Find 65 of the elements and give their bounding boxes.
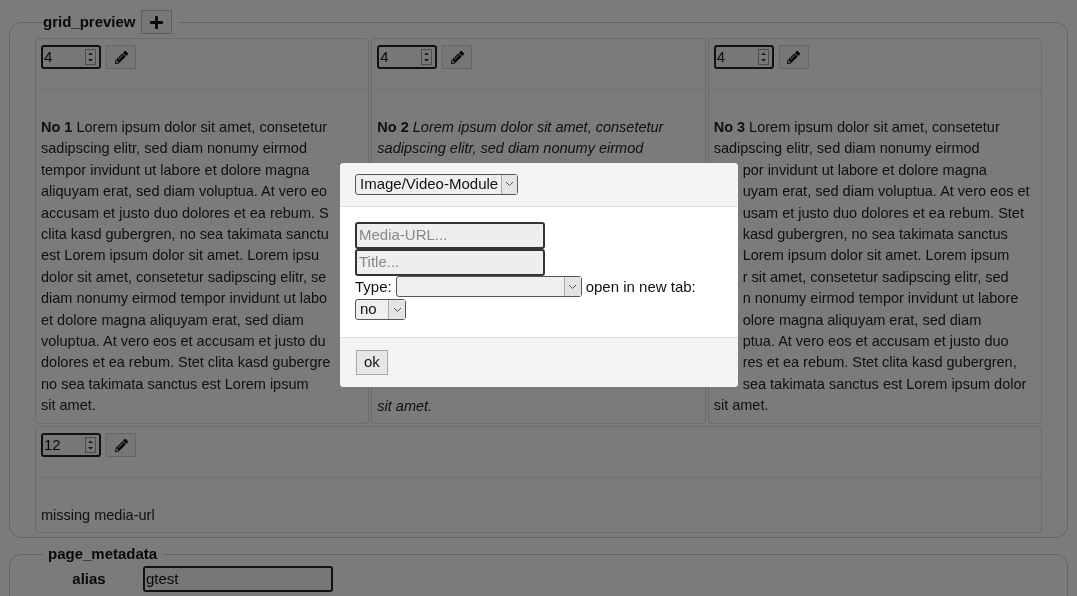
text-line: Lorem ipsum dolor sit amet. Lorem ipsum bbox=[742, 247, 1010, 264]
text-line: uyam erat, sed diam voluptua. At vero eos et bbox=[742, 183, 1030, 200]
text-line: sit amet. bbox=[377, 397, 433, 414]
text-line: sadipscing elitr, sed diam nonumy eirmod bbox=[41, 140, 307, 157]
text-line: olore magna aliquyam erat, sed diam bbox=[742, 311, 982, 328]
text-line: missing media-url bbox=[41, 507, 155, 523]
number-field[interactable]: 12 bbox=[41, 433, 101, 457]
text-line: r sit amet, consetetur sadipscing elitr, sed bbox=[742, 268, 1009, 285]
spinner-icon bbox=[757, 49, 769, 65]
section-title: grid_preview bbox=[43, 11, 136, 32]
text-line: clita kasd gubergren, no sea takimata sanctu bbox=[41, 226, 329, 243]
alias-field[interactable]: gtest bbox=[143, 566, 333, 593]
text-line: dolores et ea rebum. Stet clita kasd gubergre bbox=[41, 354, 331, 371]
edit-button[interactable] bbox=[442, 45, 473, 69]
number-field[interactable]: 4 bbox=[377, 45, 438, 69]
field-label: alias bbox=[71, 569, 107, 590]
spinner-icon bbox=[85, 49, 96, 65]
new-tab-select[interactable]: no bbox=[355, 299, 406, 320]
text-line: voluptua. At vero eos et accusam et justo du bbox=[41, 333, 326, 350]
text-line: res et ea rebum. Stet clita kasd gubergren, bbox=[742, 354, 1017, 371]
text-line: usam et justo duo dolores et ea rebum. Stet bbox=[742, 204, 1024, 221]
text-line: sit amet. bbox=[41, 397, 96, 414]
text-line: No 2 Lorem ipsum dolor sit amet, consetetur bbox=[377, 119, 664, 135]
text-line: accusam et justo duo dolores et ea rebum. S bbox=[41, 204, 329, 221]
edit-button[interactable] bbox=[106, 45, 136, 69]
text-line: aliquyam erat, sed diam voluptua. At vero eo bbox=[41, 183, 328, 200]
pencil-icon bbox=[787, 50, 801, 64]
text-line: dolor sit amet, consetetur sadipscing elitr, se bbox=[41, 268, 327, 285]
text-line: kasd gubergren, no sea takimata sanctus bbox=[742, 226, 1008, 243]
text-line: sea takimata sanctus est Lorem ipsum dolor bbox=[742, 375, 1027, 392]
spinner-icon bbox=[421, 49, 433, 65]
chevron-down-icon bbox=[392, 306, 402, 313]
text-line: sit amet. bbox=[713, 397, 769, 414]
text-line: no sea takimata sanctus est Lorem ipsum bbox=[41, 375, 309, 392]
section-title: page_metadata bbox=[48, 545, 158, 563]
media-url-field[interactable]: Media-URL... bbox=[355, 221, 545, 249]
text-line: No 1 Lorem ipsum dolor sit amet, consetetur bbox=[41, 119, 328, 135]
pencil-icon bbox=[450, 50, 464, 64]
text-line: No 3 Lorem ipsum dolor sit amet, consetetur bbox=[713, 119, 1000, 135]
type-label: Type: bbox=[355, 276, 392, 297]
spinner-icon bbox=[85, 437, 96, 453]
title-field[interactable]: Title... bbox=[355, 248, 545, 276]
pencil-icon bbox=[114, 438, 128, 452]
edit-button[interactable] bbox=[778, 45, 809, 69]
text-line: tempor invidunt ut labore et dolore magna bbox=[41, 161, 310, 178]
add-button[interactable] bbox=[140, 10, 172, 34]
chevron-down-icon bbox=[505, 181, 515, 188]
text-line: sadipscing elitr, sed diam nonumy eirmod bbox=[377, 140, 644, 157]
number-field[interactable]: 4 bbox=[41, 45, 101, 69]
text-line: por invidunt ut labore et dolore magna bbox=[742, 161, 987, 178]
text-line: diam nonumy eirmod tempor invidunt ut labo bbox=[41, 290, 328, 307]
text-line: n nonumy eirmod tempor invidunt ut labore bbox=[742, 290, 1019, 307]
text-line: sadipscing elitr, sed diam nonumy eirmod bbox=[713, 140, 980, 157]
pencil-icon bbox=[114, 50, 128, 64]
text-line: et dolore magna aliquyam erat, sed diam bbox=[41, 311, 304, 328]
chevron-down-icon bbox=[568, 283, 578, 290]
number-field[interactable]: 4 bbox=[713, 45, 774, 69]
type-select[interactable] bbox=[395, 276, 582, 298]
plus-icon bbox=[148, 14, 164, 30]
ok-button[interactable]: ok bbox=[356, 349, 388, 375]
text-line: est Lorem ipsum dolor sit amet. Lorem ipsu bbox=[41, 247, 320, 264]
new-tab-label: open in new tab: bbox=[585, 276, 696, 297]
text-line: ptua. At vero eos et accusam et justo duo bbox=[742, 333, 1009, 350]
module-select[interactable]: Image/Video-Module bbox=[355, 173, 519, 195]
edit-button[interactable] bbox=[106, 433, 136, 457]
